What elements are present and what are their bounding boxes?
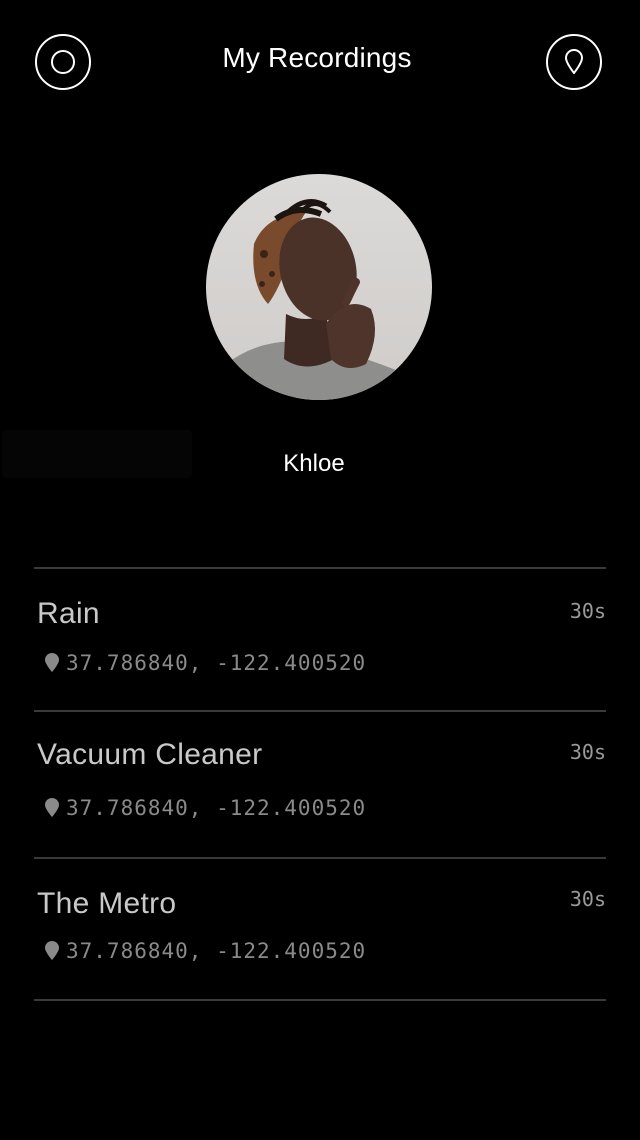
header: My Recordings — [0, 0, 640, 128]
recording-coordinates: 37.786840, -122.400520 — [66, 939, 367, 963]
recording-coordinates: 37.786840, -122.400520 — [66, 651, 367, 675]
profile-name: Khloe — [283, 450, 345, 477]
recording-name: Rain — [37, 597, 100, 630]
profile-photo — [206, 174, 432, 400]
recordings-list: Rain 30s 37.786840, -122.400520 Vacuum C… — [34, 567, 606, 1001]
recording-duration: 30s — [569, 740, 606, 764]
recording-name: The Metro — [37, 887, 177, 920]
location-button[interactable] — [546, 34, 602, 90]
location-pin-icon — [565, 49, 583, 74]
recording-location: 37.786840, -122.400520 — [44, 651, 366, 675]
location-pin-icon — [45, 941, 59, 960]
list-item[interactable]: The Metro 30s 37.786840, -122.400520 — [34, 857, 606, 1001]
page-title: My Recordings — [222, 42, 412, 73]
avatar[interactable] — [206, 174, 432, 400]
location-pin-icon — [45, 653, 59, 672]
recording-name: Vacuum Cleaner — [37, 738, 263, 771]
recording-duration: 30s — [569, 887, 606, 911]
recording-coordinates: 37.786840, -122.400520 — [66, 796, 367, 820]
recording-location: 37.786840, -122.400520 — [44, 796, 366, 820]
recording-duration: 30s — [569, 599, 606, 623]
list-item[interactable]: Rain 30s 37.786840, -122.400520 — [34, 567, 606, 710]
location-pin-icon — [45, 798, 59, 817]
list-item[interactable]: Vacuum Cleaner 30s 37.786840, -122.40052… — [34, 710, 606, 857]
recording-location: 37.786840, -122.400520 — [44, 939, 366, 963]
